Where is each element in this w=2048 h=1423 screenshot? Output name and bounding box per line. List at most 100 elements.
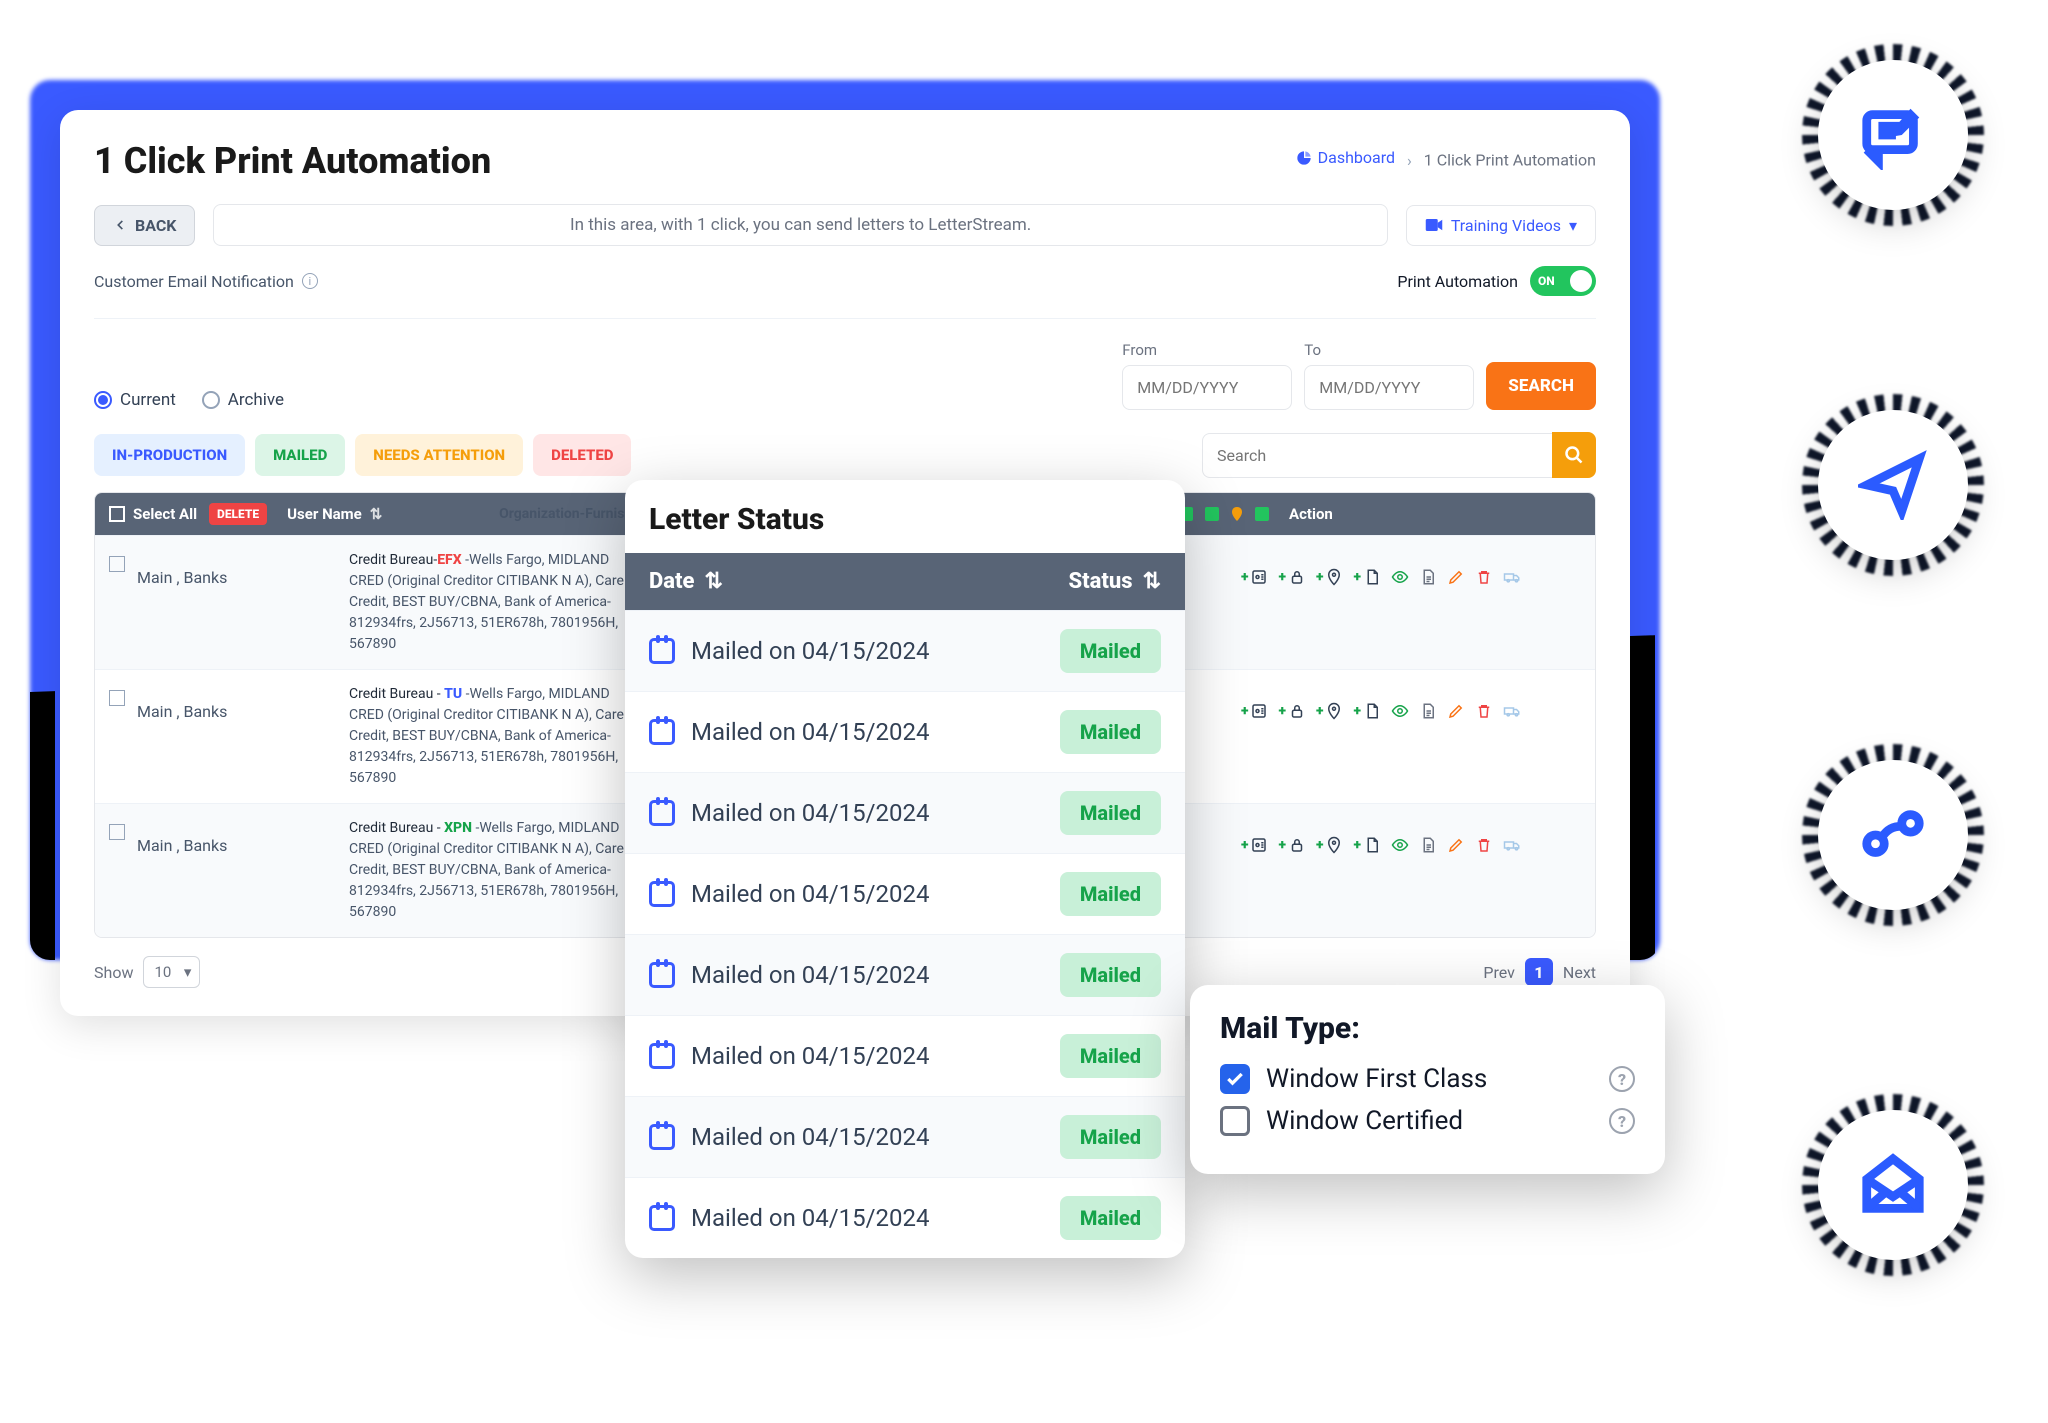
search-icon-button[interactable] bbox=[1552, 432, 1596, 478]
edit-note-icon bbox=[1858, 100, 1928, 170]
add-location-icon[interactable]: + bbox=[1316, 836, 1343, 854]
fab-edit-note[interactable] bbox=[1818, 60, 1968, 210]
search-button[interactable]: SEARCH bbox=[1486, 362, 1596, 410]
document-icon[interactable] bbox=[1419, 568, 1437, 586]
row-checkbox[interactable] bbox=[109, 690, 125, 706]
status-badge: Mailed bbox=[1060, 872, 1161, 916]
to-date-input[interactable] bbox=[1304, 365, 1474, 410]
option-window-certified[interactable]: Window Certified ? bbox=[1220, 1106, 1635, 1136]
help-icon[interactable]: ? bbox=[1609, 1108, 1635, 1134]
option-window-first-class[interactable]: Window First Class ? bbox=[1220, 1064, 1635, 1094]
truck-icon[interactable] bbox=[1503, 836, 1521, 854]
add-id-icon[interactable]: + bbox=[1241, 836, 1268, 854]
col-date[interactable]: Date bbox=[649, 569, 694, 594]
checkbox-checked-icon bbox=[1220, 1064, 1250, 1094]
fab-send[interactable] bbox=[1818, 410, 1968, 560]
page-number[interactable]: 1 bbox=[1525, 958, 1553, 986]
calendar-icon bbox=[649, 962, 675, 988]
col-user-name[interactable]: User Name ⇅ bbox=[279, 505, 479, 523]
print-automation-toggle[interactable]: ON bbox=[1530, 266, 1596, 296]
trash-icon[interactable] bbox=[1475, 568, 1493, 586]
mail-type-card: Mail Type: Window First Class ? Window C… bbox=[1190, 985, 1665, 1174]
add-id-icon[interactable]: + bbox=[1241, 568, 1268, 586]
view-icon[interactable] bbox=[1391, 836, 1409, 854]
status-date-text: Mailed on 04/15/2024 bbox=[691, 880, 930, 908]
workflow-icon bbox=[1858, 800, 1928, 870]
trash-icon[interactable] bbox=[1475, 836, 1493, 854]
row-checkbox[interactable] bbox=[109, 556, 125, 572]
search-input[interactable] bbox=[1202, 433, 1552, 478]
sort-icon: ⇅ bbox=[704, 569, 722, 594]
add-doc-icon[interactable]: + bbox=[1353, 568, 1380, 586]
row-checkbox[interactable] bbox=[109, 824, 125, 840]
col-status[interactable]: Status bbox=[1068, 569, 1132, 594]
edit-icon[interactable] bbox=[1447, 702, 1465, 720]
add-doc-icon[interactable]: + bbox=[1353, 702, 1380, 720]
status-row: Mailed on 04/15/2024 Mailed bbox=[625, 610, 1185, 691]
status-date-text: Mailed on 04/15/2024 bbox=[691, 961, 930, 989]
radio-current[interactable]: Current bbox=[94, 390, 176, 410]
add-location-icon[interactable]: + bbox=[1316, 568, 1343, 586]
user-name-cell: Main , Banks bbox=[137, 818, 337, 855]
user-name-cell: Main , Banks bbox=[137, 550, 337, 587]
status-badge: Mailed bbox=[1060, 791, 1161, 835]
page-size-select[interactable]: 10 bbox=[143, 956, 200, 988]
trash-icon[interactable] bbox=[1475, 702, 1493, 720]
mail-type-title: Mail Type: bbox=[1220, 1011, 1635, 1046]
tab-deleted[interactable]: DELETED bbox=[533, 434, 631, 476]
prev-button[interactable]: Prev bbox=[1483, 963, 1515, 982]
document-icon[interactable] bbox=[1419, 702, 1437, 720]
page-title: 1 Click Print Automation bbox=[94, 140, 491, 182]
fab-workflow[interactable] bbox=[1818, 760, 1968, 910]
status-row: Mailed on 04/15/2024 Mailed bbox=[625, 934, 1185, 1015]
status-date-text: Mailed on 04/15/2024 bbox=[691, 718, 930, 746]
view-icon[interactable] bbox=[1391, 702, 1409, 720]
from-label: From bbox=[1122, 341, 1292, 359]
view-icon[interactable] bbox=[1391, 568, 1409, 586]
calendar-icon bbox=[649, 638, 675, 664]
status-date-text: Mailed on 04/15/2024 bbox=[691, 1042, 930, 1070]
edit-icon[interactable] bbox=[1447, 836, 1465, 854]
add-id-icon[interactable]: + bbox=[1241, 702, 1268, 720]
add-lock-icon[interactable]: + bbox=[1278, 568, 1305, 586]
tab-mailed[interactable]: MAILED bbox=[255, 434, 345, 476]
add-lock-icon[interactable]: + bbox=[1278, 702, 1305, 720]
back-button[interactable]: BACK bbox=[94, 205, 195, 246]
edit-icon[interactable] bbox=[1447, 568, 1465, 586]
user-name-cell: Main , Banks bbox=[137, 684, 337, 721]
add-doc-icon[interactable]: + bbox=[1353, 836, 1380, 854]
breadcrumb-current: 1 Click Print Automation bbox=[1424, 151, 1596, 170]
status-badge: Mailed bbox=[1060, 1196, 1161, 1240]
status-row: Mailed on 04/15/2024 Mailed bbox=[625, 772, 1185, 853]
letter-status-card: Letter Status Date ⇅ Status ⇅ Mailed on … bbox=[625, 480, 1185, 1258]
next-button[interactable]: Next bbox=[1563, 963, 1596, 982]
status-badge: Mailed bbox=[1060, 1115, 1161, 1159]
tab-needs-attention[interactable]: NEEDS ATTENTION bbox=[355, 434, 523, 476]
calendar-icon bbox=[649, 800, 675, 826]
add-location-icon[interactable]: + bbox=[1316, 702, 1343, 720]
training-videos-button[interactable]: Training Videos ▾ bbox=[1406, 205, 1596, 246]
chevron-right-icon: › bbox=[1407, 151, 1412, 170]
truck-icon[interactable] bbox=[1503, 568, 1521, 586]
select-all[interactable]: Select All bbox=[109, 505, 197, 523]
fab-mail[interactable] bbox=[1818, 1110, 1968, 1260]
status-date-text: Mailed on 04/15/2024 bbox=[691, 1204, 930, 1232]
org-cell: Credit Bureau - TU -Wells Fargo, MIDLAND… bbox=[349, 684, 639, 789]
truck-icon[interactable] bbox=[1503, 702, 1521, 720]
row-actions: + + + + bbox=[1241, 550, 1581, 586]
from-date-input[interactable] bbox=[1122, 365, 1292, 410]
status-row: Mailed on 04/15/2024 Mailed bbox=[625, 691, 1185, 772]
status-badge: Mailed bbox=[1060, 710, 1161, 754]
add-lock-icon[interactable]: + bbox=[1278, 836, 1305, 854]
chevron-down-icon: ▾ bbox=[1569, 216, 1577, 235]
email-notification-label[interactable]: Customer Email Notification i bbox=[94, 272, 318, 291]
breadcrumb-dashboard[interactable]: Dashboard bbox=[1296, 148, 1395, 167]
radio-archive[interactable]: Archive bbox=[202, 390, 284, 410]
document-icon[interactable] bbox=[1419, 836, 1437, 854]
delete-button[interactable]: DELETE bbox=[209, 503, 267, 525]
info-banner: In this area, with 1 click, you can send… bbox=[213, 204, 1387, 246]
tab-in-production[interactable]: IN-PRODUCTION bbox=[94, 434, 245, 476]
video-icon bbox=[1425, 218, 1443, 232]
checkbox-empty-icon bbox=[1220, 1106, 1250, 1136]
help-icon[interactable]: ? bbox=[1609, 1066, 1635, 1092]
